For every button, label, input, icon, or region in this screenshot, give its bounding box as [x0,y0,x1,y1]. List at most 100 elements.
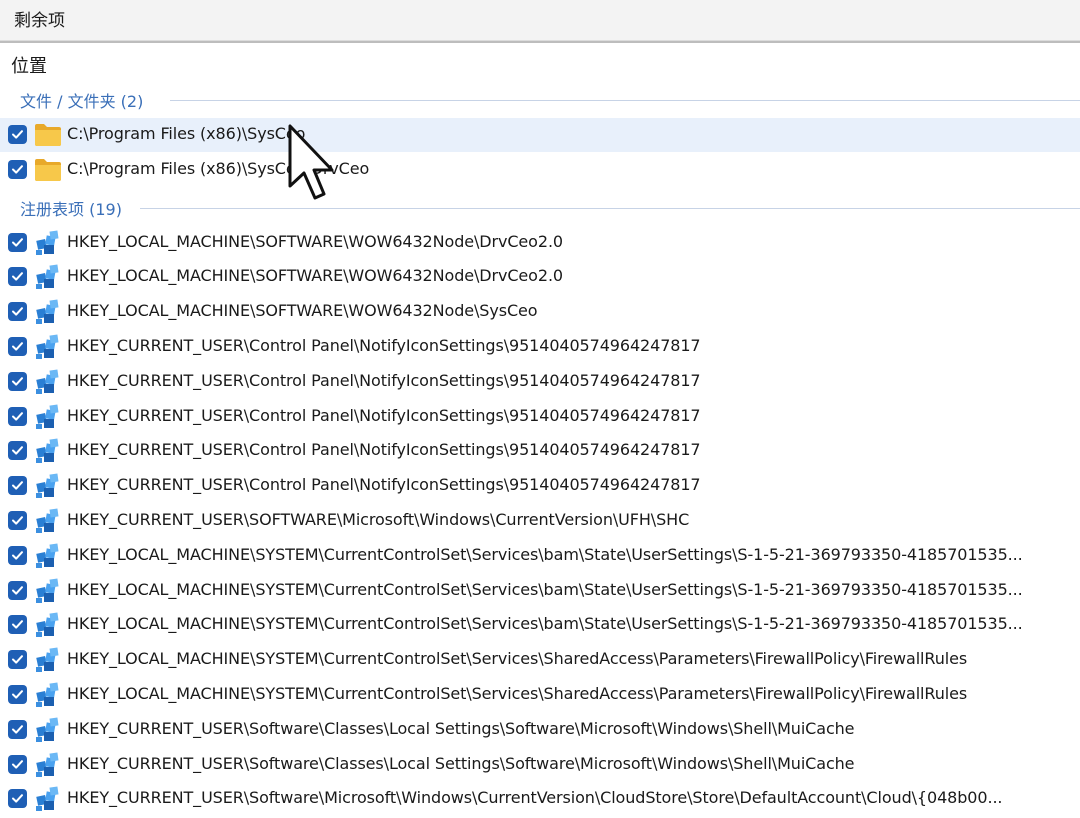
registry-row[interactable]: HKEY_CURRENT_USER\Control Panel\NotifyIc… [0,469,1080,503]
item-checkbox[interactable] [8,754,27,774]
item-path: HKEY_LOCAL_MACHINE\SYSTEM\CurrentControl… [67,614,1023,634]
checkmark-icon [12,130,23,139]
item-checkbox[interactable] [8,302,27,322]
checkmark-icon [12,446,23,455]
registry-key-icon [34,786,62,812]
checkmark-icon [12,342,23,351]
registry-row[interactable]: HKEY_CURRENT_USER\Control Panel\NotifyIc… [0,400,1080,434]
registry-key-icon [34,612,62,638]
item-checkbox[interactable] [8,511,27,530]
group-header-folder: 文件 / 文件夹 (2) [20,88,1080,111]
mouse-pointer-icon [288,124,334,200]
item-checkbox[interactable] [8,545,27,565]
group-header-label: 注册表项 (19) [20,199,122,219]
window-title: 剩余项 [14,11,65,31]
checkmark-icon [12,307,23,316]
checkmark-icon [12,655,23,664]
registry-row[interactable]: HKEY_LOCAL_MACHINE\SYSTEM\CurrentControl… [0,574,1080,608]
column-header-location[interactable]: 位置 [11,52,47,78]
registry-key-icon [34,717,62,743]
registry-key-icon [34,508,62,534]
registry-row[interactable]: HKEY_CURRENT_USER\Control Panel\NotifyIc… [0,434,1080,468]
checkmark-icon [12,724,23,734]
window-title-bar: 剩余项 [0,0,1080,41]
registry-row[interactable]: HKEY_CURRENT_USER\Control Panel\NotifyIc… [0,365,1080,399]
group-header-registry: 注册表项 (19) [20,196,1080,219]
item-path: C:\Program Files (x86)\SysCeo [67,124,306,143]
registry-row[interactable]: HKEY_LOCAL_MACHINE\SYSTEM\CurrentControl… [0,608,1080,642]
item-path: HKEY_CURRENT_USER\Software\Classes\Local… [67,753,855,773]
remaining-items-list[interactable]: 位置 文件 / 文件夹 (2) C:\Program Files (x86)\S… [0,41,1080,818]
item-path: HKEY_LOCAL_MACHINE\SOFTWARE\WOW6432Node\… [67,266,564,286]
item-path: C:\Program Files (x86)\SysCeo\DrvCeo [67,158,370,178]
registry-row[interactable]: HKEY_LOCAL_MACHINE\SOFTWARE\WOW6432Node\… [0,260,1080,294]
registry-row[interactable]: HKEY_LOCAL_MACHINE\SYSTEM\CurrentControl… [0,643,1080,677]
item-path: HKEY_CURRENT_USER\Control Panel\NotifyIc… [67,336,701,355]
group-divider [170,100,1080,101]
registry-row[interactable]: HKEY_CURRENT_USER\SOFTWARE\Microsoft\Win… [0,504,1080,538]
checkmark-icon [12,759,23,769]
item-checkbox[interactable] [8,371,27,391]
item-checkbox[interactable] [8,267,27,287]
registry-key-icon [34,682,62,708]
item-checkbox[interactable] [8,159,27,179]
registry-key-icon [34,543,62,569]
item-checkbox[interactable] [8,406,27,426]
item-checkbox[interactable] [8,789,27,809]
item-checkbox[interactable] [8,125,27,144]
registry-row[interactable]: HKEY_CURRENT_USER\Software\Classes\Local… [0,748,1080,782]
item-path: HKEY_CURRENT_USER\Control Panel\NotifyIc… [67,370,701,390]
registry-key-icon [34,438,62,464]
item-checkbox[interactable] [8,232,27,252]
registry-key-icon [34,578,62,604]
checkmark-icon [12,164,23,174]
folder-icon [34,122,62,148]
checkmark-icon [12,794,23,803]
item-checkbox[interactable] [8,476,27,496]
registry-key-icon [34,647,62,673]
item-checkbox[interactable] [8,685,27,704]
item-checkbox[interactable] [8,441,27,461]
registry-row[interactable]: HKEY_LOCAL_MACHINE\SYSTEM\CurrentControl… [0,678,1080,712]
item-checkbox[interactable] [8,337,27,356]
checkmark-icon [12,411,23,421]
checkmark-icon [12,550,23,560]
item-checkbox[interactable] [8,580,27,600]
registry-row[interactable]: HKEY_CURRENT_USER\Software\Classes\Local… [0,713,1080,747]
item-path: HKEY_LOCAL_MACHINE\SYSTEM\CurrentControl… [67,684,968,703]
registry-key-icon [34,299,62,325]
item-path: HKEY_CURRENT_USER\SOFTWARE\Microsoft\Win… [67,510,690,529]
checkmark-icon [12,272,23,281]
registry-row[interactable]: HKEY_LOCAL_MACHINE\SYSTEM\CurrentControl… [0,539,1080,573]
folder-icon [34,157,62,183]
registry-key-icon [34,334,62,360]
folder-row[interactable]: C:\Program Files (x86)\SysCeo\DrvCeo [0,153,1080,187]
registry-row[interactable]: HKEY_LOCAL_MACHINE\SOFTWARE\WOW6432Node\… [0,226,1080,260]
item-path: HKEY_CURRENT_USER\Control Panel\NotifyIc… [67,440,701,460]
checkmark-icon [12,620,23,629]
checkmark-icon [12,481,23,490]
folder-row[interactable]: C:\Program Files (x86)\SysCeo [0,118,1080,152]
item-path: HKEY_LOCAL_MACHINE\SYSTEM\CurrentControl… [67,579,1023,599]
registry-key-icon [34,752,62,778]
registry-key-icon [34,473,62,499]
item-path: HKEY_CURRENT_USER\Software\Microsoft\Win… [67,788,1003,808]
registry-row[interactable]: HKEY_LOCAL_MACHINE\SOFTWARE\WOW6432Node\… [0,295,1080,329]
registry-row[interactable]: HKEY_CURRENT_USER\Software\Microsoft\Win… [0,782,1080,816]
item-path: HKEY_LOCAL_MACHINE\SOFTWARE\WOW6432Node\… [67,231,564,251]
item-path: HKEY_LOCAL_MACHINE\SOFTWARE\WOW6432Node\… [67,301,538,321]
registry-key-icon [34,230,62,256]
item-path: HKEY_CURRENT_USER\Control Panel\NotifyIc… [67,475,701,495]
item-path: HKEY_CURRENT_USER\Control Panel\NotifyIc… [67,405,701,425]
checkmark-icon [12,237,23,247]
registry-key-icon [34,404,62,430]
checkmark-icon [12,376,23,386]
checkmark-icon [12,690,23,699]
item-checkbox[interactable] [8,650,27,670]
item-checkbox[interactable] [8,719,27,739]
item-path: HKEY_CURRENT_USER\Software\Classes\Local… [67,718,855,738]
item-path: HKEY_LOCAL_MACHINE\SYSTEM\CurrentControl… [67,649,968,669]
item-checkbox[interactable] [8,615,27,635]
registry-row[interactable]: HKEY_CURRENT_USER\Control Panel\NotifyIc… [0,330,1080,364]
item-path: HKEY_LOCAL_MACHINE\SYSTEM\CurrentControl… [67,544,1023,564]
